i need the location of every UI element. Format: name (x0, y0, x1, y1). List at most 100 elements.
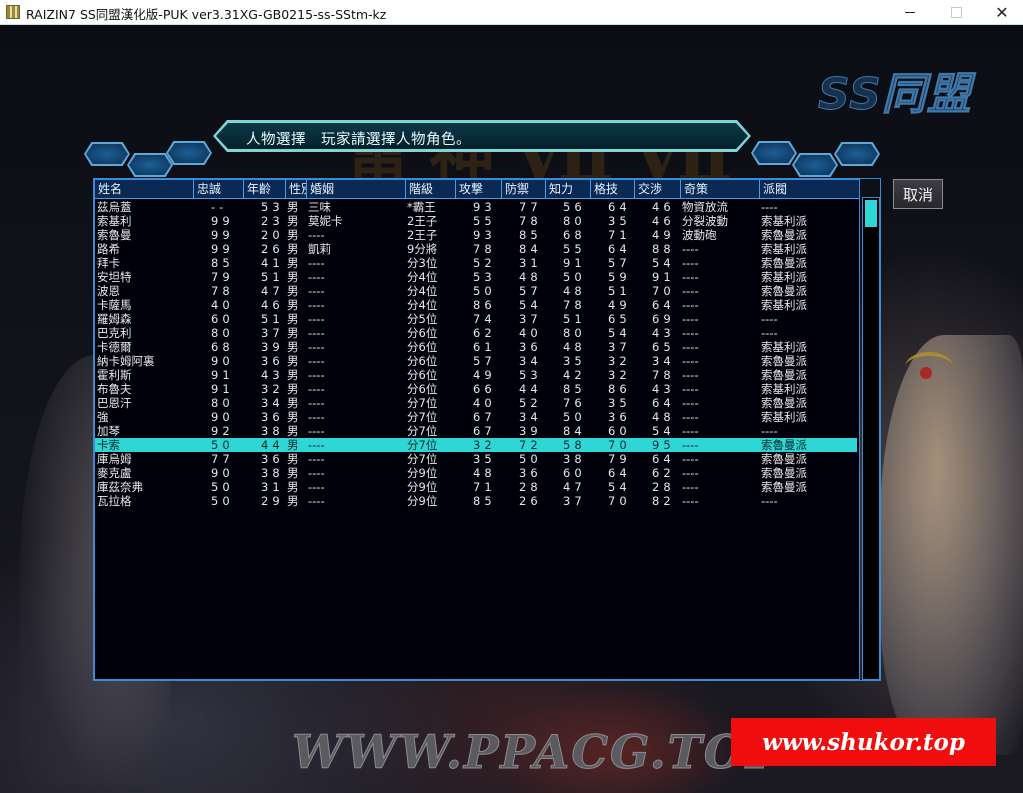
cell-attack: 49 (473, 368, 496, 382)
cell-gender: 男 (287, 228, 299, 242)
crown-gem-art (920, 367, 932, 379)
cell-martial: 64 (608, 242, 631, 256)
column-header-marriage: 婚姻 (306, 180, 405, 198)
header-banner: 人物選擇 玩家請選擇人物角色。 (213, 120, 751, 152)
table-row[interactable]: 索魯曼 99 20 男 ---- 2王子 93 85 68 71 49 波動砲 索魯曼派 (95, 228, 857, 242)
table-row[interactable]: 茲烏蓋 -- 53 男三味 *霸王 93 77 56 64 46 物資放流 ---- (95, 200, 857, 214)
cell-rank: 分6位 (407, 368, 438, 382)
cell-name: 索基利 (97, 214, 132, 228)
close-button[interactable]: ✕ (979, 0, 1023, 25)
table-row[interactable]: 納卡姆阿裏 90 36 男 ---- 分6位 57 34 35 32 34 ---- 索魯曼派 (95, 354, 857, 368)
table-row[interactable]: 庫烏姆 77 36 男 ---- 分7位 35 50 38 79 64 ---- 索魯曼派 (95, 452, 857, 466)
cell-name: 卡薩馬 (97, 298, 132, 312)
cell-rank: 分4位 (407, 298, 438, 312)
cancel-button[interactable]: 取消 (893, 179, 943, 209)
cell-negotiation: 46 (652, 200, 675, 214)
cell-loyalty: 99 (211, 214, 234, 228)
table-row[interactable]: 羅姆森 60 51 男 ---- 分5位 74 37 51 65 69 ---- ---- (95, 312, 857, 326)
cell-martial: 32 (608, 354, 631, 368)
cell-gender: 男 (287, 340, 299, 354)
table-row[interactable]: 庫茲奈弗 50 31 男 ---- 分9位 71 28 47 54 28 ---- 索魯曼派 (95, 480, 857, 494)
cell-attack: 61 (473, 340, 496, 354)
cell-martial: 37 (608, 340, 631, 354)
table-row-selected[interactable]: 卡索 50 44 男 ---- 分7位 32 72 58 70 95 ---- 索魯曼派 (95, 438, 857, 452)
cell-strategy: ---- (682, 396, 699, 410)
minimize-icon (905, 12, 915, 13)
cell-gender: 男 (287, 410, 299, 424)
cell-name: 加琴 (97, 424, 120, 438)
cell-name: 納卡姆阿裏 (97, 354, 155, 368)
cell-marriage: ---- (308, 466, 325, 480)
table-row[interactable]: 卡薩馬 40 46 男 ---- 分4位 86 54 78 49 64 ---- 索基利派 (95, 298, 857, 312)
cell-faction: ---- (761, 312, 778, 326)
cell-loyalty: 68 (211, 340, 234, 354)
minimize-button[interactable] (887, 0, 933, 25)
cell-loyalty: -- (211, 200, 228, 214)
cell-rank: 分9位 (407, 494, 438, 508)
character-table: 姓名忠誠年齡性別婚姻階級攻撃防禦知力格技交渉奇策派閥 茲烏蓋--53男三味*霸王… (94, 179, 860, 680)
table-row[interactable]: 巴克利 80 37 男 ---- 分6位 62 40 80 54 43 ---- ---- (95, 326, 857, 340)
cell-age: 29 (261, 494, 284, 508)
window-titlebar[interactable]: RAIZIN7 SS同盟漢化版-PUK ver3.31XG-GB0215-ss-… (0, 0, 1023, 25)
cell-strategy: 分裂波動 (682, 214, 728, 228)
table-row[interactable]: 拜卡 85 41 男 ---- 分3位 52 31 91 57 54 ---- 索魯曼派 (95, 256, 857, 270)
cell-intellect: 50 (563, 410, 586, 424)
table-row[interactable]: 布魯夫 91 32 男 ---- 分6位 66 44 85 86 43 ---- 索基利派 (95, 382, 857, 396)
cell-negotiation: 54 (652, 424, 675, 438)
cell-intellect: 35 (563, 354, 586, 368)
cell-intellect: 76 (563, 396, 586, 410)
cell-name: 庫烏姆 (97, 452, 132, 466)
scrollbar[interactable] (862, 197, 880, 680)
hex-ornament (166, 141, 212, 165)
cell-marriage: ---- (308, 396, 325, 410)
table-row[interactable]: 巴恩汗 80 34 男 ---- 分7位 40 52 76 35 64 ---- 索魯曼派 (95, 396, 857, 410)
column-header-age: 年齡 (243, 180, 285, 198)
cell-martial: 36 (608, 410, 631, 424)
table-row[interactable]: 瓦拉格 50 29 男 ---- 分9位 85 26 37 70 82 ---- ---- (95, 494, 857, 508)
cell-strategy: ---- (682, 424, 699, 438)
table-row[interactable]: 霍利斯 91 43 男 ---- 分6位 49 53 42 32 78 ---- 索魯曼派 (95, 368, 857, 382)
cell-defense: 54 (519, 298, 542, 312)
cell-negotiation: 88 (652, 242, 675, 256)
scrollbar-thumb[interactable] (865, 200, 877, 227)
table-row[interactable]: 加琴 92 38 男 ---- 分7位 67 39 84 60 54 ---- ---- (95, 424, 857, 438)
cell-intellect: 56 (563, 200, 586, 214)
cell-strategy: ---- (682, 340, 699, 354)
cell-loyalty: 90 (211, 410, 234, 424)
table-row[interactable]: 索基利 99 23 男莫妮卡 2王子 55 78 80 35 46 分裂波動 索基利派 (95, 214, 857, 228)
cell-rank: 分4位 (407, 270, 438, 284)
cell-marriage: ---- (308, 326, 325, 340)
table-row[interactable]: 安坦特 79 51 男 ---- 分4位 53 48 50 59 91 ---- 索基利派 (95, 270, 857, 284)
table-row[interactable]: 路希 99 26 男凱莉 9分將 78 84 55 64 88 ---- 索基利派 (95, 242, 857, 256)
cell-faction: 索魯曼派 (761, 256, 807, 270)
table-row[interactable]: 卡德爾 68 39 男 ---- 分6位 61 36 48 37 65 ---- 索基利派 (95, 340, 857, 354)
cell-martial: 54 (608, 326, 631, 340)
cell-faction: 索基利派 (761, 242, 807, 256)
cell-loyalty: 91 (211, 382, 234, 396)
cell-attack: 50 (473, 284, 496, 298)
cell-rank: 分7位 (407, 396, 438, 410)
cell-martial: 70 (608, 494, 631, 508)
cell-attack: 93 (473, 228, 496, 242)
cell-strategy: ---- (682, 410, 699, 424)
table-row[interactable]: 波恩 78 47 男 ---- 分4位 50 57 48 51 70 ---- 索魯曼派 (95, 284, 857, 298)
table-row[interactable]: 麥克盧 90 38 男 ---- 分9位 48 36 60 64 62 ---- 索魯曼派 (95, 466, 857, 480)
cell-negotiation: 49 (652, 228, 675, 242)
cell-defense: 85 (519, 228, 542, 242)
cell-defense: 77 (519, 200, 542, 214)
cell-gender: 男 (287, 438, 299, 452)
maximize-button[interactable] (933, 0, 979, 25)
cell-attack: 67 (473, 410, 496, 424)
cell-gender: 男 (287, 312, 299, 326)
table-row[interactable]: 強 90 36 男 ---- 分7位 67 34 50 36 48 ---- 索基利派 (95, 410, 857, 424)
cell-intellect: 68 (563, 228, 586, 242)
cell-age: 38 (261, 466, 284, 480)
cell-defense: 72 (519, 438, 542, 452)
watermark-shukor-text: www.shukor.top (762, 728, 965, 756)
cell-intellect: 91 (563, 256, 586, 270)
cell-defense: 34 (519, 354, 542, 368)
cell-marriage: ---- (308, 424, 325, 438)
cell-intellect: 80 (563, 326, 586, 340)
cell-faction: 索魯曼派 (761, 354, 807, 368)
cell-name: 麥克盧 (97, 466, 132, 480)
